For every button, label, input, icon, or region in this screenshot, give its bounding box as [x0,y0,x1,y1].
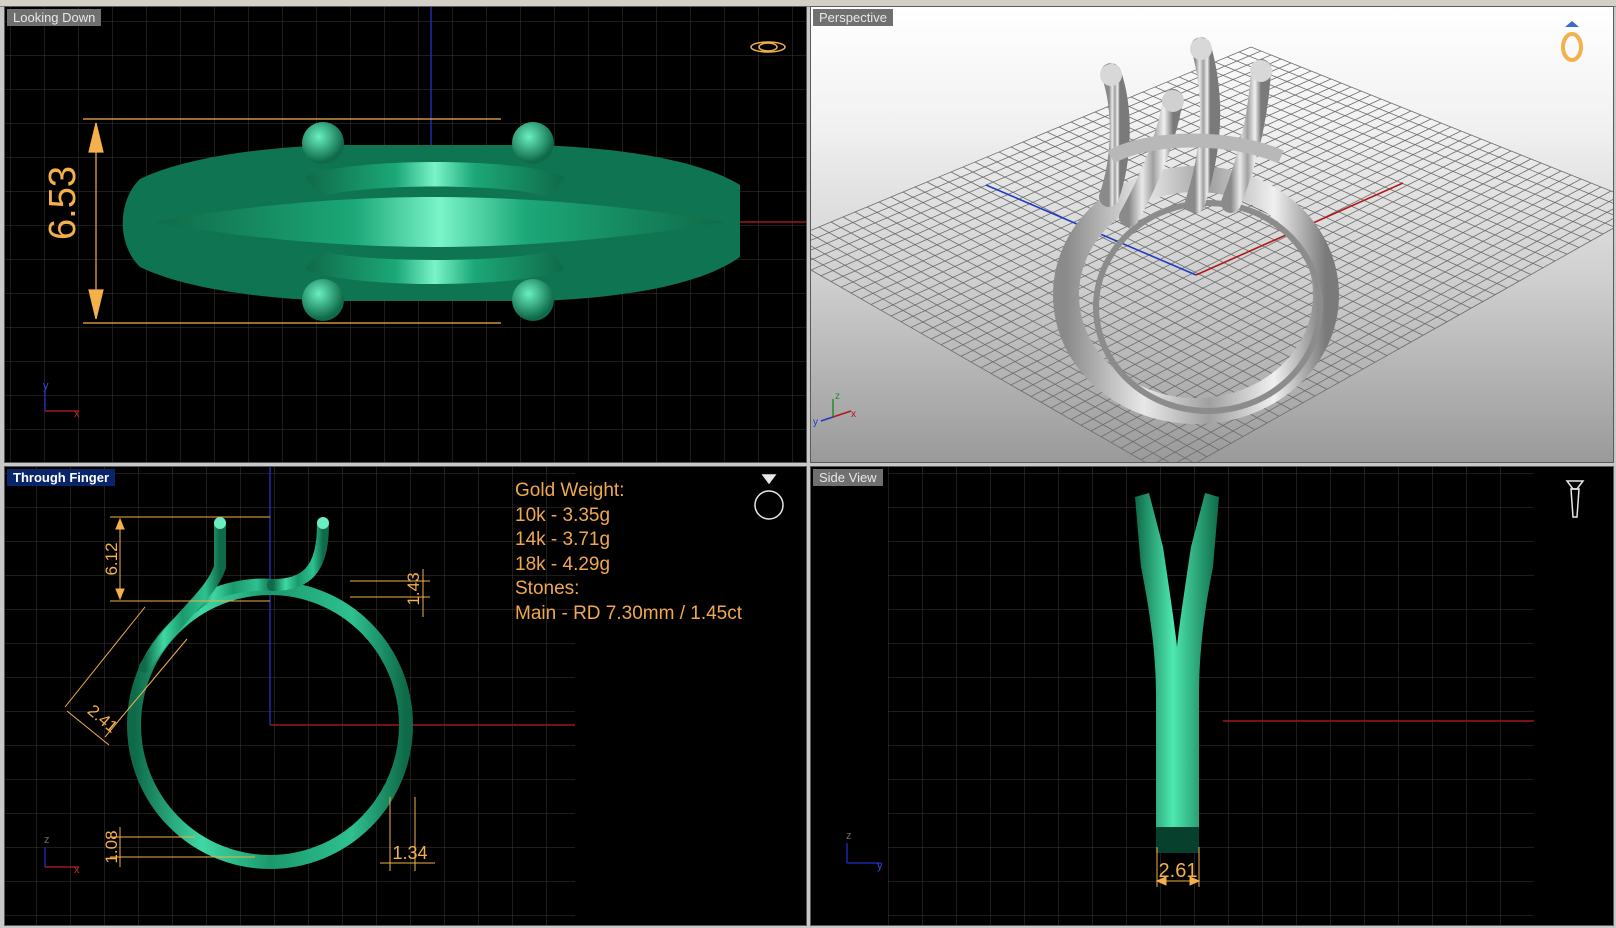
viewport-perspective[interactable]: Perspective z x y [810,6,1614,463]
stones-label: Stones: [515,578,580,599]
ring-perspective-icon [1561,21,1583,62]
svg-text:y: y [43,380,49,392]
svg-text:y: y [877,860,883,872]
svg-text:z: z [44,834,50,846]
weight-18k: 18k - 4.29g [515,553,611,575]
specification-text: Gold Weight: 10k - 3.35g 14k - 3.71g 18k… [515,479,742,626]
ring-perspective-shape [1053,37,1339,424]
dim-band-top: 1.43 [404,572,423,605]
dimension-label: 6.53 [42,166,84,240]
main-stone: Main - RD 7.30mm / 1.45ct [515,602,743,624]
viewport-title[interactable]: Side View [813,469,883,486]
top-view-canvas[interactable]: 6.53 y x [5,7,806,462]
viewport-title[interactable]: Perspective [813,9,893,26]
viewport-through-finger[interactable]: Through Finger 6.12 1.43 2.41 1.08 1.34 … [4,466,807,926]
svg-text:y: y [813,417,818,428]
viewport-looking-down[interactable]: Looking Down 6.53 y x [4,6,807,463]
ring-side-icon [1565,480,1585,518]
svg-text:x: x [74,408,80,420]
axis-gizmo: z y [846,830,883,872]
side-view-canvas[interactable]: 2.61 z y [811,467,1613,925]
viewport-title[interactable]: Looking Down [7,9,102,26]
dim-band-bottom: 1.08 [102,830,121,863]
weight-10k: 10k - 3.35g [515,504,611,526]
weight-14k: 14k - 3.71g [515,529,611,550]
gold-weight-label: Gold Weight: [515,480,625,501]
viewport-title[interactable]: Through Finger [7,469,116,486]
dim-band-width: 1.34 [392,843,427,863]
ring-front-icon [754,474,784,520]
svg-text:x: x [851,409,856,420]
svg-text:z: z [835,391,840,402]
svg-text:x: x [74,864,80,876]
axis-gizmo: z x y [813,391,856,428]
svg-text:z: z [846,830,852,842]
perspective-canvas[interactable]: z x y [811,7,1613,462]
dimension-label: 2.61 [1159,860,1198,882]
dim-prong-height: 6.12 [102,542,121,575]
viewport-side-view[interactable]: Side View 2.61 z y [810,466,1614,926]
